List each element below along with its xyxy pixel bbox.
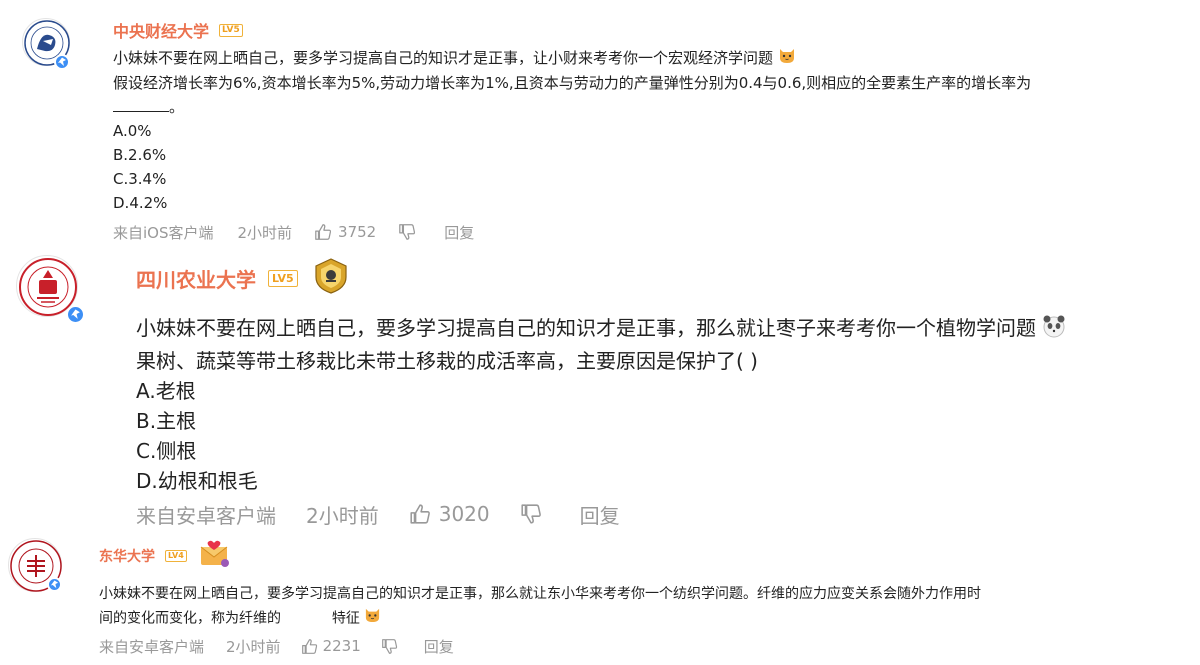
thumb-down-icon <box>398 223 416 241</box>
option-a: A.0% <box>113 122 152 140</box>
dislike-button[interactable] <box>520 503 542 525</box>
reply-button[interactable]: 回复 <box>424 636 454 657</box>
text-line: 小妹妹不要在网上晒自己，要多学习提高自己的知识才是正事，让小财来考考你一个宏观经… <box>113 49 774 67</box>
timestamp: 2小时前 <box>237 223 293 242</box>
username-link[interactable]: 四川农业大学 <box>136 264 256 293</box>
comment-header: 四川农业大学 LV5 <box>136 258 350 298</box>
dislike-button[interactable] <box>381 638 398 655</box>
verified-badge-icon <box>47 577 62 592</box>
comment-meta: 来自安卓客户端 2小时前 3020 回复 <box>136 498 620 530</box>
text-line: 特征 <box>331 610 360 627</box>
option-b: B.2.6% <box>113 146 167 164</box>
verified-badge-icon <box>66 305 85 324</box>
text-line: 间的变化而变化，称为纤维的 <box>99 610 281 627</box>
text-line: 。 <box>169 98 185 116</box>
answer-blank <box>285 609 327 623</box>
level-badge: LV5 <box>268 269 298 287</box>
option-d: D.幼根和根毛 <box>136 468 258 493</box>
option-b: B.主根 <box>136 408 197 433</box>
thumb-down-icon <box>520 503 542 525</box>
reply-button[interactable]: 回复 <box>580 500 620 529</box>
comment-text: 小妹妹不要在网上晒自己，要多学习提高自己的知识才是正事，那么就让东小华来考考你一… <box>99 583 981 631</box>
thumb-up-icon <box>409 503 431 525</box>
like-count: 2231 <box>322 637 361 655</box>
like-count: 3752 <box>338 223 377 241</box>
comment-header: 中央财经大学 LV5 <box>113 18 243 42</box>
love-letter-icon <box>199 539 231 573</box>
comment-header: 东华大学 LV4 <box>99 539 231 573</box>
comment-meta: 来自安卓客户端 2小时前 2231 回复 <box>99 634 454 658</box>
thumb-up-icon <box>301 638 318 655</box>
comment-text: 小妹妹不要在网上晒自己，要多学习提高自己的知识才是正事，让小财来考考你一个宏观经… <box>113 46 1031 215</box>
thumb-down-icon <box>381 638 398 655</box>
comment-text: 小妹妹不要在网上晒自己，要多学习提高自己的知识才是正事，那么就让枣子来考考你一个… <box>136 313 1066 496</box>
timestamp: 2小时前 <box>226 637 281 656</box>
cat-face-emoji <box>364 606 381 631</box>
like-button[interactable]: 3752 <box>314 223 376 241</box>
option-a: A.老根 <box>136 378 196 403</box>
source-label: 来自安卓客户端 <box>136 503 276 528</box>
text-line: 假设经济增长率为6%,资本增长率为5%,劳动力增长率为1%,且资本与劳动力的产量… <box>113 74 1032 92</box>
comment-meta: 来自iOS客户端 2小时前 3752 回复 <box>113 220 474 244</box>
username-link[interactable]: 中央财经大学 <box>113 18 209 42</box>
honor-medal-icon <box>312 257 350 299</box>
answer-blank <box>113 97 169 112</box>
like-count: 3020 <box>438 502 490 526</box>
verified-badge-icon <box>54 54 70 70</box>
option-c: C.侧根 <box>136 438 197 463</box>
option-c: C.3.4% <box>113 170 167 188</box>
text-line: 小妹妹不要在网上晒自己，要多学习提高自己的知识才是正事，那么就让东小华来考考你一… <box>99 586 981 602</box>
text-line: 果树、蔬菜等带土移栽比未带土移栽的成活率高，主要原因是保护了( ) <box>136 348 758 373</box>
panda-face-emoji <box>1042 314 1066 346</box>
cat-face-emoji <box>778 46 796 71</box>
username-link[interactable]: 东华大学 <box>99 546 155 566</box>
timestamp: 2小时前 <box>306 503 379 528</box>
option-d: D.4.2% <box>113 194 168 212</box>
thumb-up-icon <box>314 223 332 241</box>
source-label: 来自iOS客户端 <box>113 223 214 242</box>
level-badge: LV5 <box>219 23 243 37</box>
reply-button[interactable]: 回复 <box>444 222 474 243</box>
dislike-button[interactable] <box>398 223 416 241</box>
source-label: 来自安卓客户端 <box>99 637 205 656</box>
like-button[interactable]: 2231 <box>301 637 361 655</box>
like-button[interactable]: 3020 <box>409 502 490 526</box>
text-line: 小妹妹不要在网上晒自己，要多学习提高自己的知识才是正事，那么就让枣子来考考你一个… <box>136 316 1036 340</box>
level-badge: LV4 <box>165 550 187 562</box>
